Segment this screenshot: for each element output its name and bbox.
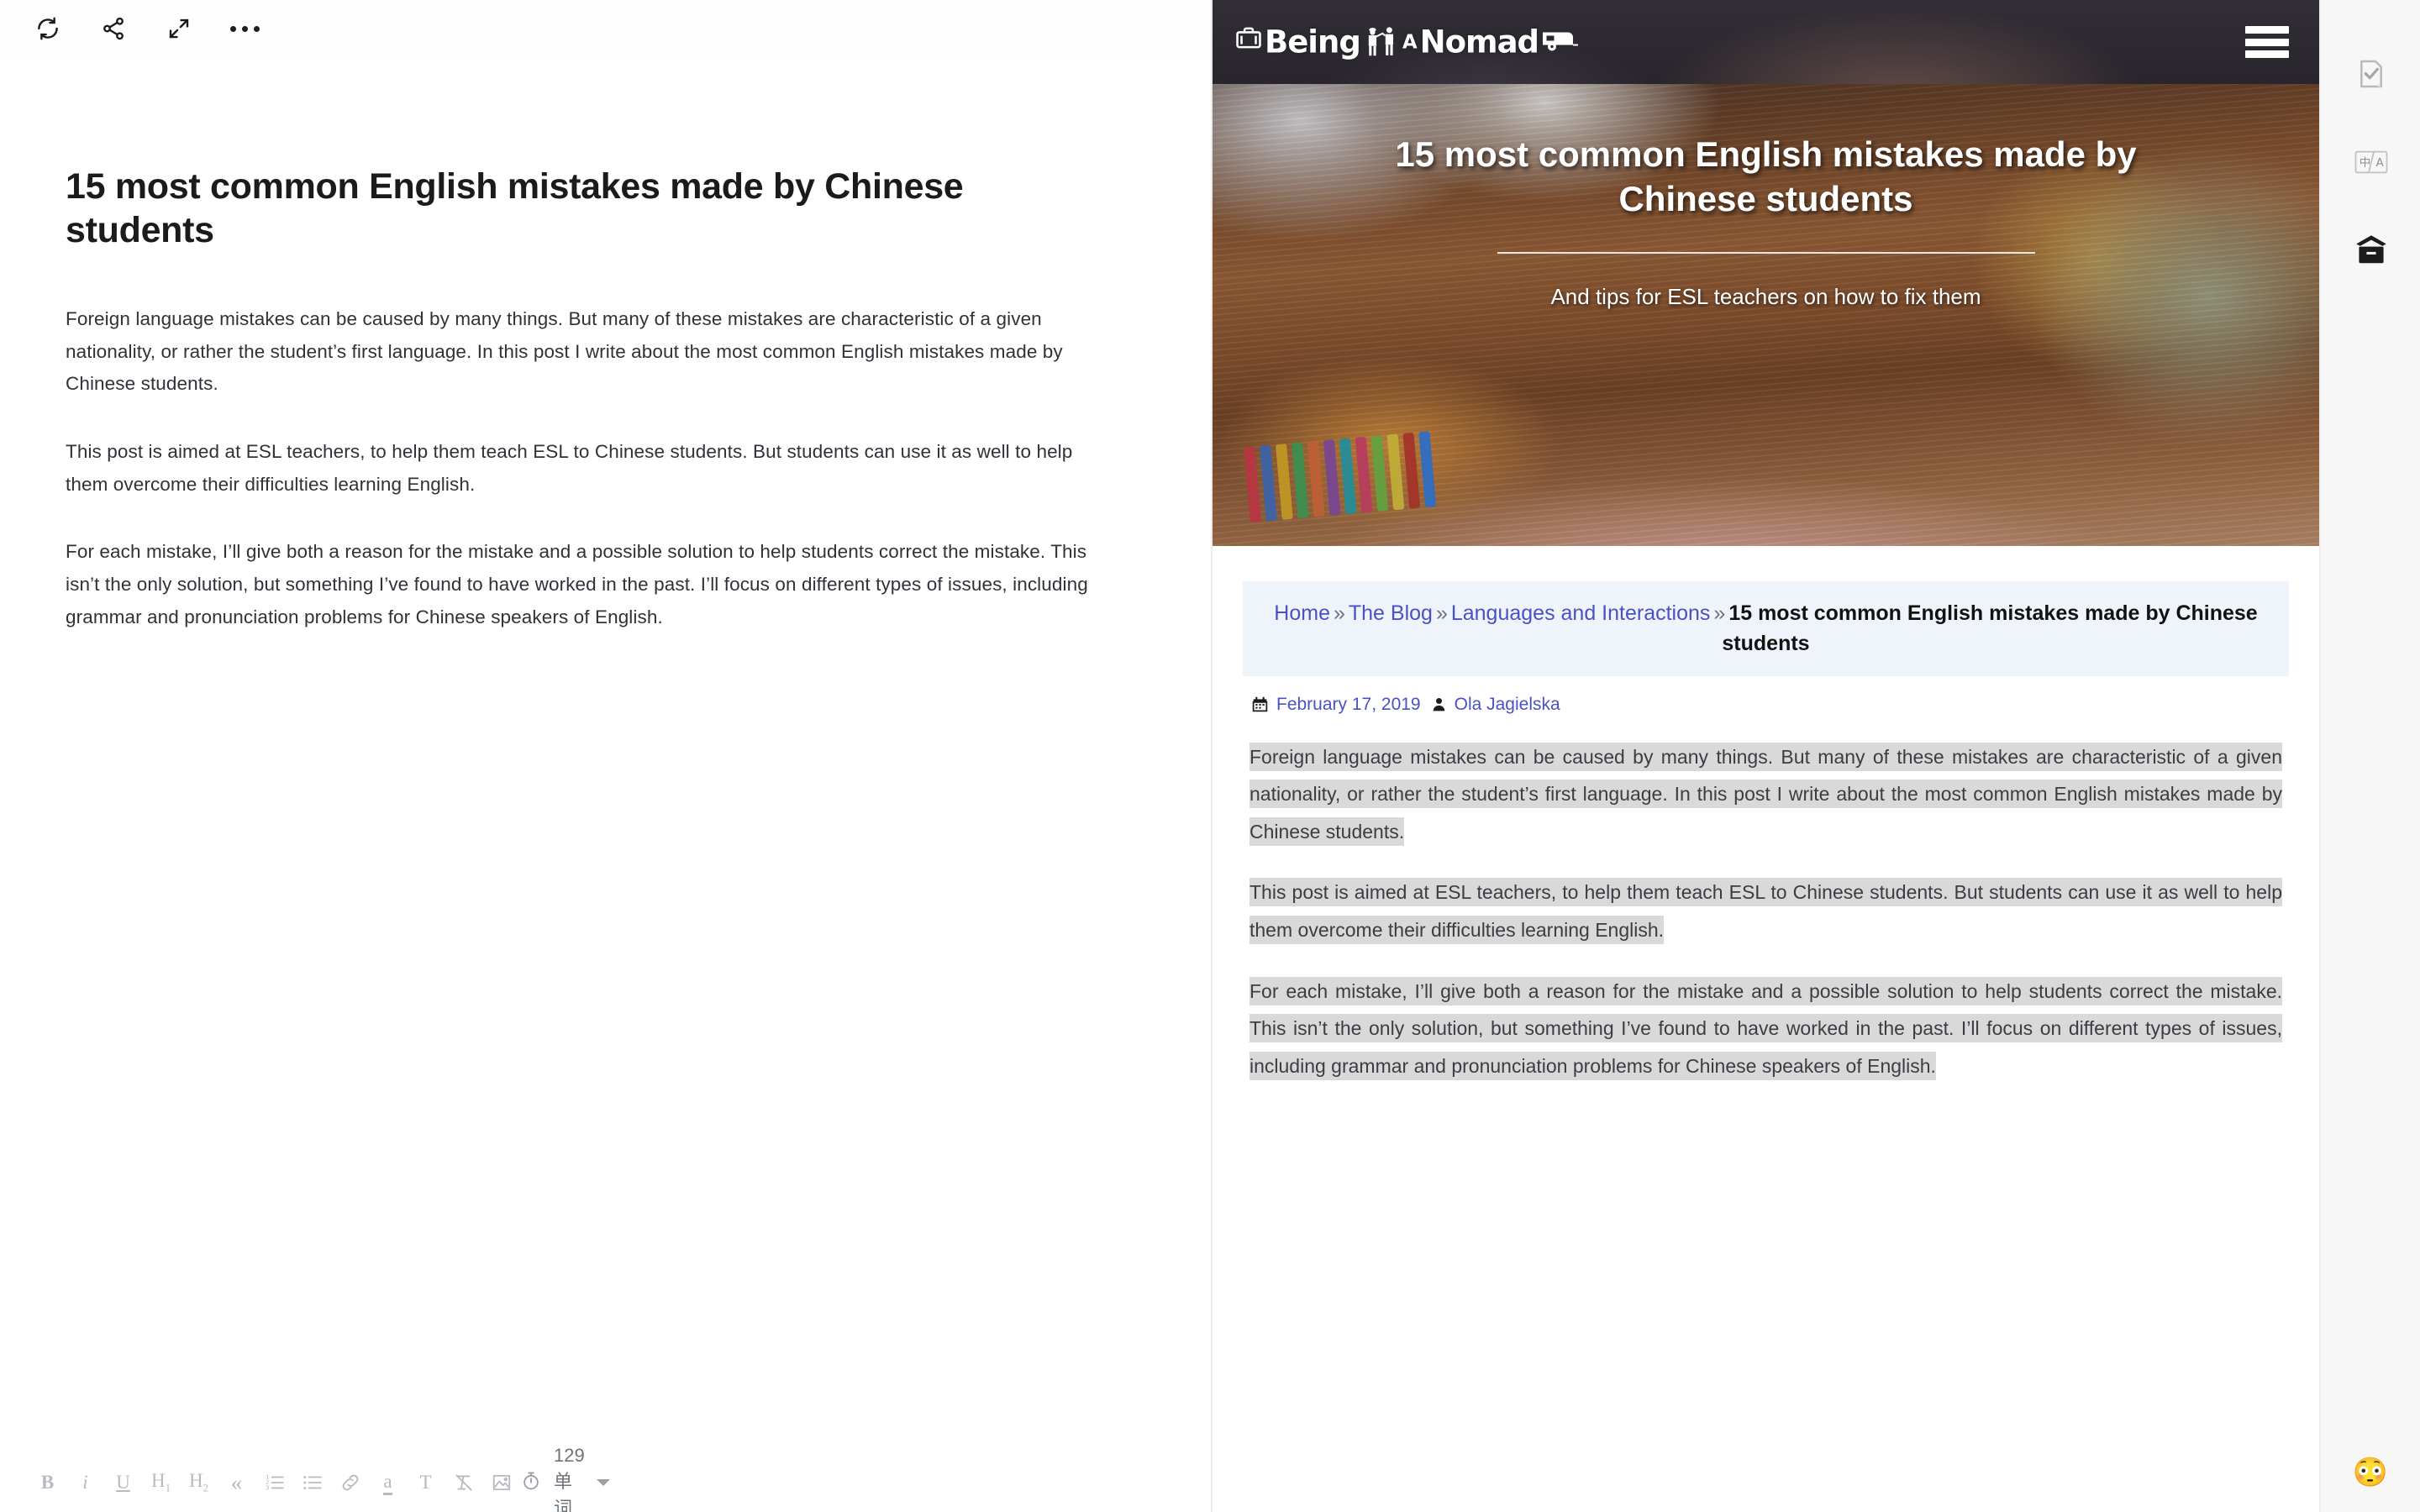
post-meta: February 17, 2019 Ola Jagielska (1243, 695, 2289, 715)
hero-divider (1497, 251, 2035, 254)
refresh-sync-button[interactable] (15, 0, 81, 57)
emoji-indicator: 😳 (2352, 1457, 2389, 1488)
document-paragraph-3[interactable]: For each mistake, I’ll give both a reaso… (66, 536, 1116, 633)
open-box-icon (2353, 234, 2390, 270)
article-paragraph-1-text: Foreign language mistakes can be caused … (1249, 742, 2282, 846)
svg-text:A: A (2376, 156, 2385, 170)
blockquote-button[interactable]: « (218, 1458, 255, 1507)
editor-toolbar (0, 0, 1213, 57)
translate-icon: 中 A (2354, 148, 2389, 181)
breadcrumb: Home» The Blog» Languages and Interactions… (1243, 581, 2289, 676)
archive-box-button[interactable] (2321, 208, 2420, 297)
underline-button[interactable]: U (104, 1458, 142, 1507)
proofread-document-button[interactable] (2321, 32, 2420, 120)
bold-label: B (40, 1472, 55, 1493)
h2-sub: 2 (203, 1481, 209, 1494)
breadcrumb-current-page: 15 most common English mistakes made by … (1722, 601, 2258, 656)
chevron-down-icon[interactable] (596, 1479, 610, 1486)
document-paragraph-2[interactable]: This post is aimed at ESL teachers, to h… (66, 436, 1116, 501)
italic-button[interactable]: i (66, 1458, 104, 1507)
breadcrumb-item-languages-and-interactions[interactable]: Languages and Interactions (1451, 601, 1711, 625)
editor-document[interactable]: 15 most common English mistakes made by … (0, 57, 1213, 1453)
heading-2-button[interactable]: H2 (180, 1458, 218, 1507)
document-check-icon (2354, 57, 2388, 95)
insert-image-button[interactable] (482, 1458, 520, 1507)
calendar-icon (1251, 696, 1269, 713)
document-title[interactable]: 15 most common English mistakes made by … (66, 165, 1095, 253)
format-toolbar: B i U H1 H2 « 1 2 3 a T 129 单词 (0, 1445, 1213, 1512)
article-paragraph-3: For each mistake, I’ll give both a reaso… (1243, 973, 2289, 1085)
bullet-list-icon (302, 1476, 322, 1489)
post-date-text: February 17, 2019 (1276, 694, 1421, 714)
brand-name: Being A Nomad (1234, 24, 1579, 60)
clear-format-button[interactable] (445, 1458, 482, 1507)
breadcrumb-separator-1: » (1333, 601, 1345, 625)
preview-pane: Being A Nomad 15 most common English mis… (1213, 0, 2319, 1512)
breadcrumb-item-home[interactable]: Home (1274, 601, 1330, 625)
suitcase-icon (1234, 24, 1263, 60)
heading-1-button[interactable]: H1 (142, 1458, 180, 1507)
right-icon-rail: 中 A 😳 (2319, 0, 2420, 1512)
site-logo[interactable]: Being A Nomad (1234, 24, 1579, 60)
clear-format-icon (455, 1474, 472, 1491)
bold-button[interactable]: B (29, 1458, 66, 1507)
brand-word-a: A (1402, 31, 1418, 53)
post-author[interactable]: Ola Jagielska (1431, 695, 1560, 715)
breadcrumb-item-the-blog[interactable]: The Blog (1349, 601, 1433, 625)
italic-label: i (82, 1472, 88, 1493)
hero-banner: 15 most common English mistakes made by … (1213, 84, 2319, 546)
brand-word-being: Being (1265, 24, 1361, 60)
share-button[interactable] (81, 0, 146, 57)
link-icon (342, 1474, 358, 1491)
people-icon (1365, 25, 1400, 59)
highlight-button[interactable]: a (369, 1458, 407, 1507)
h1-sub: 1 (165, 1481, 171, 1494)
text-style-label: T (419, 1472, 432, 1493)
hero-title: 15 most common English mistakes made by … (1395, 134, 2137, 218)
more-options-button[interactable] (212, 0, 277, 57)
article-paragraph-3-text: For each mistake, I’ll give both a reaso… (1249, 976, 2282, 1080)
ordered-list-button[interactable]: 1 2 3 (255, 1458, 293, 1507)
stopwatch-icon (520, 1470, 542, 1496)
article-paragraph-1: Foreign language mistakes can be caused … (1243, 738, 2289, 851)
text-style-button[interactable]: T (407, 1458, 445, 1507)
post-author-text: Ola Jagielska (1454, 694, 1560, 714)
svg-text:3: 3 (266, 1484, 269, 1492)
app-root: 15 most common English mistakes made by … (0, 0, 2420, 1512)
hero-text-block: 15 most common English mistakes made by … (1213, 133, 2319, 310)
caravan-icon (1540, 24, 1579, 60)
image-icon (492, 1474, 510, 1491)
hamburger-menu-icon[interactable] (2245, 26, 2289, 58)
article-paragraph-2: This post is aimed at ESL teachers, to h… (1243, 874, 2289, 948)
unordered-list-button[interactable] (293, 1458, 331, 1507)
fullscreen-button[interactable] (146, 0, 212, 57)
site-header: Being A Nomad (1213, 0, 2319, 84)
editor-pane: 15 most common English mistakes made by … (0, 0, 1213, 1512)
h1-label: H (150, 1470, 166, 1492)
translate-button[interactable]: 中 A (2321, 120, 2420, 208)
highlight-label: a (383, 1471, 392, 1495)
underline-label: U (116, 1472, 130, 1493)
breadcrumb-separator-3: » (1713, 601, 1726, 625)
ellipsis-icon (229, 25, 260, 32)
article-body: Home» The Blog» Languages and Interactions… (1213, 546, 2319, 1084)
article-paragraph-2-text: This post is aimed at ESL teachers, to h… (1249, 878, 2282, 944)
user-icon (1431, 696, 1447, 712)
word-count-text: 129 单词 (554, 1445, 585, 1512)
post-date[interactable]: February 17, 2019 (1251, 695, 1421, 715)
link-button[interactable] (331, 1458, 369, 1507)
brand-word-nomad: Nomad (1419, 24, 1539, 60)
word-count-group[interactable]: 129 单词 (520, 1445, 610, 1512)
breadcrumb-separator-2: » (1435, 601, 1448, 625)
hero-subtitle: And tips for ESL teachers on how to fix … (1550, 283, 1981, 309)
document-paragraph-1[interactable]: Foreign language mistakes can be caused … (66, 303, 1116, 401)
ordered-list-icon: 1 2 3 (266, 1473, 284, 1492)
svg-text:中: 中 (2360, 156, 2371, 170)
quote-label: « (230, 1469, 243, 1495)
h2-label: H (188, 1470, 203, 1492)
